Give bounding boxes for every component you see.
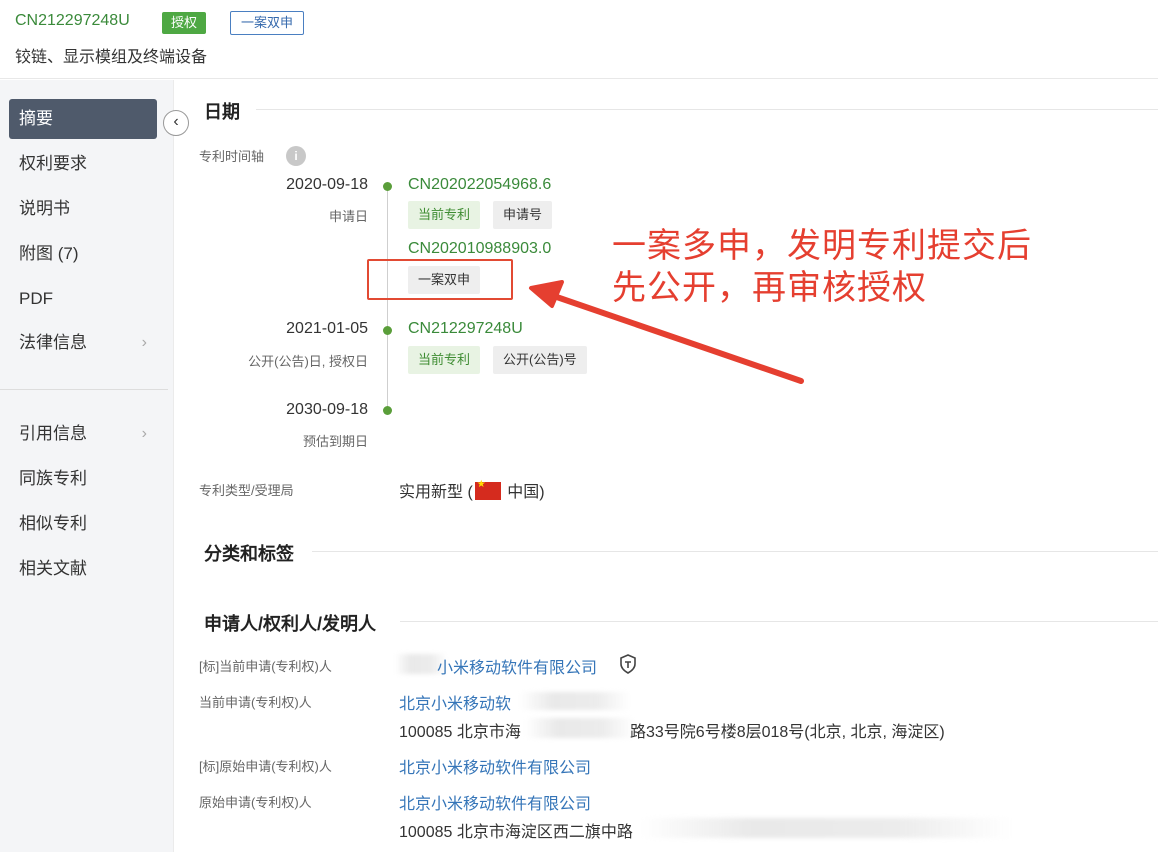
sidebar-item-label: 相关文献 bbox=[19, 559, 87, 578]
info-icon[interactable]: i bbox=[286, 146, 306, 166]
applicant-address-end: 路33号院6号楼8层018号(北京, 北京, 海淀区) bbox=[630, 724, 945, 741]
applicant-link[interactable]: 北京小米移动软件有限公司 bbox=[399, 790, 591, 814]
patent-type-label: 专利类型/受理局 bbox=[199, 483, 294, 498]
timeline-date-label: 预估到期日 bbox=[302, 434, 368, 449]
sidebar-item-label: 权利要求 bbox=[19, 154, 87, 173]
annotation-text: 一案多申，发明专利提交后 先公开，再审核授权 bbox=[612, 225, 1032, 309]
sidebar-item-legal[interactable]: 法律信息 › bbox=[9, 323, 157, 363]
sidebar-item-family[interactable]: 同族专利 bbox=[9, 459, 157, 499]
publication-number-tag: 公开(公告)号 bbox=[493, 346, 587, 374]
section-divider bbox=[400, 621, 1158, 622]
applicant-label: [标]当前申请(专利权)人 bbox=[199, 659, 332, 674]
patent-type-value: 实用新型 ( 中国) bbox=[399, 478, 545, 502]
annotation-line: 先公开，再审核授权 bbox=[612, 268, 927, 308]
sidebar-item-related[interactable]: 相关文献 bbox=[9, 549, 157, 589]
applicant-link[interactable]: 北京小米移动软件有限公司 bbox=[399, 754, 591, 778]
timeline-number[interactable]: CN202022054968.6 bbox=[408, 176, 551, 194]
redaction-blur bbox=[520, 692, 630, 710]
applicant-link[interactable]: 北京小米移动软 bbox=[399, 690, 511, 714]
timeline-number[interactable]: CN212297248U bbox=[408, 320, 523, 338]
sidebar-item-description[interactable]: 说明书 bbox=[9, 189, 157, 229]
timeline-date: 2021-01-05 bbox=[286, 320, 368, 337]
annotation-box bbox=[367, 259, 513, 300]
timeline-number[interactable]: CN202010988903.0 bbox=[408, 240, 551, 258]
sidebar-item-label: 附图 (7) bbox=[19, 244, 79, 263]
timeline-date: 2020-09-18 bbox=[286, 176, 368, 193]
collapse-sidebar-icon[interactable]: ‹ bbox=[163, 110, 189, 136]
status-badge: 授权 bbox=[162, 12, 207, 34]
china-flag-icon bbox=[474, 479, 501, 500]
sidebar-item-label: PDF bbox=[19, 289, 53, 308]
patent-title: 铰链、显示模组及终端设备 bbox=[15, 49, 208, 66]
applicant-address: 100085 北京市海淀区西二旗中路 bbox=[399, 824, 633, 841]
timeline-label: 专利时间轴 bbox=[199, 149, 265, 164]
sidebar-item-citations[interactable]: 引用信息 › bbox=[9, 414, 157, 454]
annotation-line: 一案多申，发明专利提交后 bbox=[612, 226, 1032, 266]
section-divider bbox=[312, 551, 1158, 552]
applicant-link[interactable]: 小米移动软件有限公司 bbox=[437, 654, 597, 678]
application-number-tag: 申请号 bbox=[493, 201, 553, 229]
sidebar-item-label: 摘要 bbox=[19, 109, 53, 128]
dual-application-badge[interactable]: 一案双申 bbox=[230, 11, 305, 35]
applicant-address-start: 100085 北京市海 bbox=[399, 724, 521, 741]
sidebar-item-label: 法律信息 bbox=[19, 333, 87, 352]
sidebar-item-label: 说明书 bbox=[19, 199, 70, 218]
current-patent-tag: 当前专利 bbox=[408, 346, 481, 374]
section-title-dates: 日期 bbox=[204, 102, 240, 122]
sidebar-item-abstract[interactable]: 摘要 bbox=[9, 99, 157, 139]
sidebar-divider bbox=[0, 389, 168, 390]
current-patent-tag: 当前专利 bbox=[408, 201, 481, 229]
patent-header: CN212297248U 授权 一案双申 铰链、显示模组及终端设备 bbox=[0, 0, 1158, 79]
timeline-dot bbox=[383, 326, 392, 335]
section-title-applicants: 申请人/权利人/发明人 bbox=[204, 614, 377, 634]
office-text: 中国) bbox=[502, 484, 545, 501]
applicant-label: [标]原始申请(专利权)人 bbox=[199, 759, 332, 774]
timeline-dot bbox=[383, 406, 392, 415]
timeline-date-label: 申请日 bbox=[328, 209, 368, 224]
timeline-date-label: 公开(公告)日, 授权日 bbox=[248, 354, 368, 369]
redaction-blur bbox=[640, 818, 1010, 838]
section-divider bbox=[256, 109, 1158, 110]
chevron-right-icon: › bbox=[141, 425, 147, 442]
timeline-dot bbox=[383, 182, 392, 191]
patent-number[interactable]: CN212297248U bbox=[15, 12, 130, 30]
patent-type-text: 实用新型 ( bbox=[399, 484, 473, 501]
section-title-classification: 分类和标签 bbox=[204, 544, 294, 564]
shield-icon[interactable] bbox=[619, 654, 637, 674]
sidebar-item-pdf[interactable]: PDF bbox=[9, 279, 157, 319]
sidebar-item-drawings[interactable]: 附图 (7) bbox=[9, 234, 157, 274]
sidebar-item-claims[interactable]: 权利要求 bbox=[9, 144, 157, 184]
sidebar-item-similar[interactable]: 相似专利 bbox=[9, 504, 157, 544]
sidebar-nav: 摘要 权利要求 说明书 附图 (7) PDF 法律信息 › 引用信息 › 同族专… bbox=[0, 80, 174, 852]
sidebar-item-label: 引用信息 bbox=[19, 424, 87, 443]
timeline-date: 2030-09-18 bbox=[286, 401, 368, 418]
chevron-right-icon: › bbox=[141, 334, 147, 351]
applicant-label: 当前申请(专利权)人 bbox=[199, 695, 312, 710]
applicant-label: 原始申请(专利权)人 bbox=[199, 795, 312, 810]
sidebar-item-label: 同族专利 bbox=[19, 469, 87, 488]
redaction-blur bbox=[525, 718, 635, 738]
sidebar-item-label: 相似专利 bbox=[19, 514, 87, 533]
